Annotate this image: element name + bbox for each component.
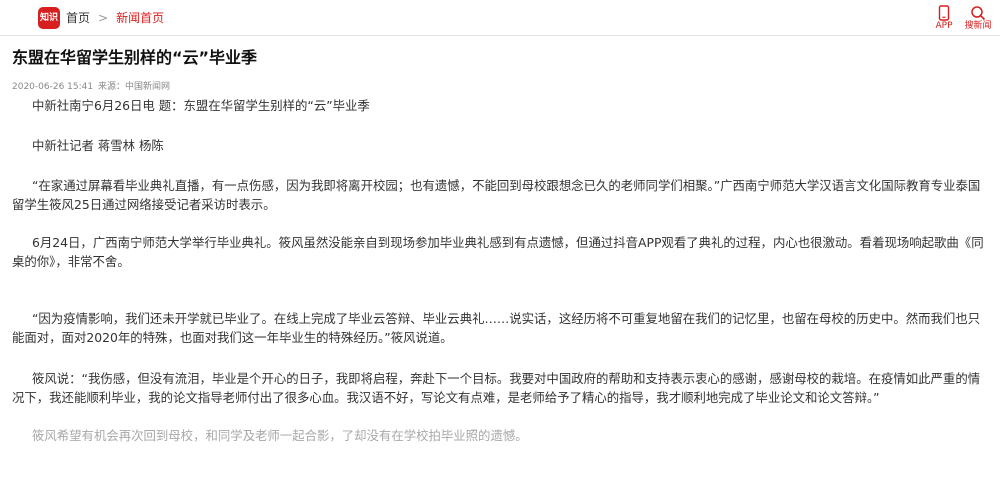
article-paragraph: “在家通过屏幕看毕业典礼直播，有一点伤感，因为我即将离开校园；也有遗憾，不能回到… [12, 178, 981, 212]
breadcrumb-current-link[interactable]: 新闻首页 [116, 11, 164, 25]
article-datetime: 2020-06-26 15:41 [12, 82, 94, 92]
article-meta: 2020-06-26 15:41 来源：中国新闻网 [12, 81, 172, 93]
article-paragraph: 中新社南宁6月26日电 题：东盟在华留学生别样的“云”毕业季 [32, 98, 370, 113]
article-paragraph: “因为疫情影响，我们还未开学就已毕业了。在线上完成了毕业云答辩、毕业云典礼……说… [12, 311, 981, 345]
search-button[interactable]: 搜新闻 [960, 5, 996, 33]
article-paragraph: 筱风希望有机会再次回到母校，和同学及老师一起合影，了却没有在学校拍毕业照的遗憾。 [32, 428, 528, 443]
breadcrumb-home-link[interactable]: 首页 [66, 11, 90, 25]
site-logo[interactable]: 知识 [38, 7, 60, 29]
search-icon [971, 6, 986, 21]
phone-icon [938, 5, 950, 21]
top-bar: 知识 首页 > 新闻首页 APP 搜新闻 [0, 0, 1000, 36]
app-label: APP [935, 21, 953, 31]
breadcrumb: 首页 > 新闻首页 [66, 10, 164, 26]
article-title: 东盟在华留学生别样的“云”毕业季 [12, 48, 258, 67]
article-paragraph: 筱风说：“我伤感，但没有流泪，毕业是个开心的日子，我即将启程，奔赴下一个目标。我… [12, 371, 981, 405]
app-button[interactable]: APP [926, 5, 962, 33]
search-label: 搜新闻 [964, 21, 992, 31]
breadcrumb-separator: > [98, 11, 109, 25]
article-paragraph: 6月24日，广西南宁师范大学举行毕业典礼。筱风虽然没能亲自到现场参加毕业典礼感到… [12, 235, 984, 269]
article-source: 来源：中国新闻网 [97, 82, 170, 92]
article-paragraph: 中新社记者 蒋雪林 杨陈 [32, 138, 164, 153]
